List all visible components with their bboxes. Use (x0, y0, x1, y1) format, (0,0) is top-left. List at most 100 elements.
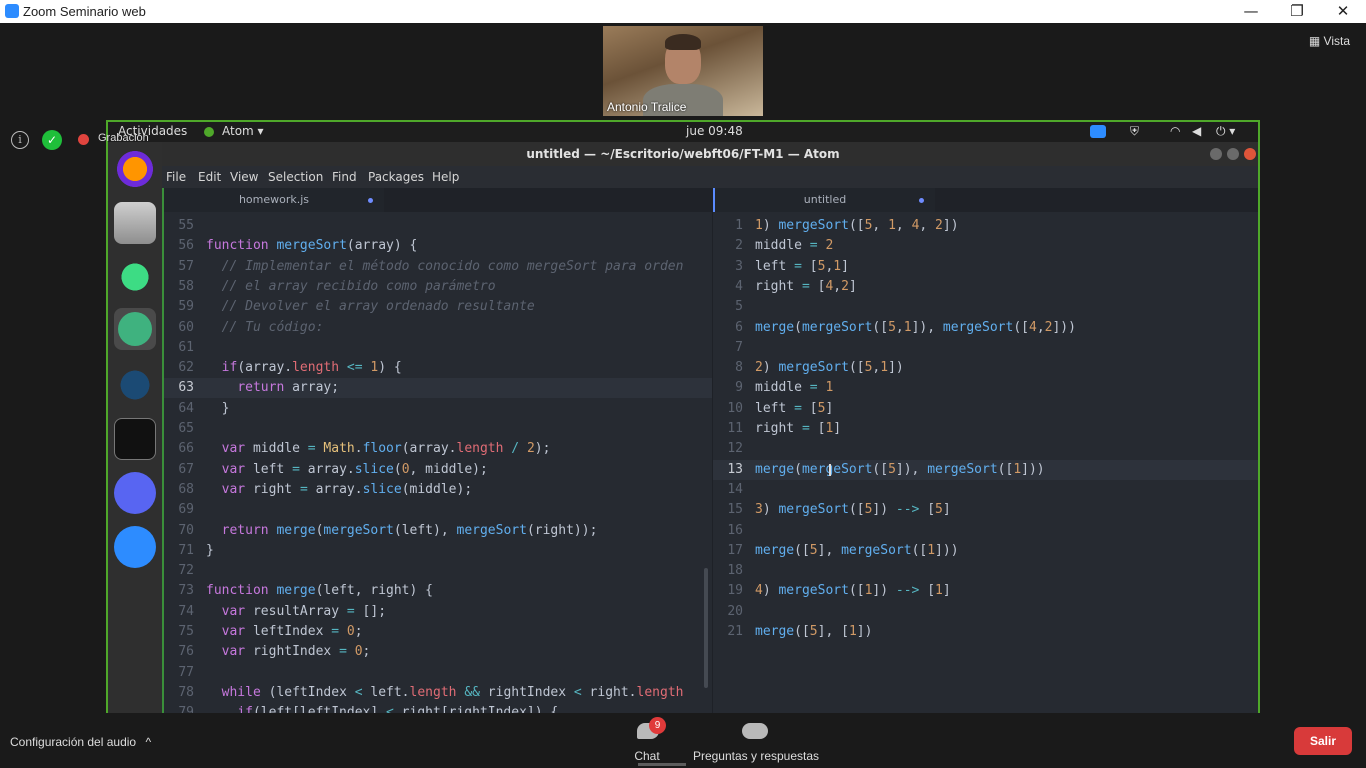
code-line[interactable]: 62 if(array.length <= 1) { (164, 358, 712, 378)
code-line[interactable]: 59 // Devolver el array ordenado resulta… (164, 297, 712, 317)
view-button[interactable]: ▦ Vista (1309, 34, 1350, 48)
code-line[interactable]: 60 // Tu código: (164, 318, 712, 338)
code-line[interactable]: 16 (713, 521, 1258, 541)
code-line[interactable]: 17 merge([5], mergeSort([1])) (713, 541, 1258, 561)
code-line[interactable]: 76 var rightIndex = 0; (164, 642, 712, 662)
menu-packages[interactable]: Packages (368, 170, 424, 184)
volume-icon[interactable]: ◀ (1192, 124, 1201, 138)
editor-pane-left[interactable]: homework.js 55 56 function mergeSort(array… (162, 188, 712, 713)
editor-pane-right[interactable]: untitled 1 1) mergeSort([5, 1, 4, 2]) 2 mid… (712, 188, 1258, 713)
maximize-button[interactable]: ❐ (1274, 0, 1320, 23)
code-line[interactable]: 4 right = [4,2] (713, 277, 1258, 297)
chat-button[interactable]: 9 Chat (628, 717, 666, 763)
discord-icon[interactable] (114, 472, 156, 514)
code-text: merge(mergeSort([5,1]), mergeSort([4,2])… (755, 319, 1076, 335)
code-line[interactable]: 73 function merge(left, right) { (164, 581, 712, 601)
code-line[interactable]: 21 merge([5], [1]) (713, 622, 1258, 642)
code-line[interactable]: 3 left = [5,1] (713, 257, 1258, 277)
code-text: // el array recibido como parámetro (206, 278, 496, 294)
code-line[interactable]: 7 (713, 338, 1258, 358)
code-line[interactable]: 20 (713, 602, 1258, 622)
menu-edit[interactable]: Edit (198, 170, 221, 184)
menu-find[interactable]: Find (332, 170, 357, 184)
code-line[interactable]: 61 (164, 338, 712, 358)
code-line[interactable]: 18 (713, 561, 1258, 581)
code-line[interactable]: 13 merge(mergeSort([5]), mergeSort([1])) (713, 459, 1258, 480)
files-icon[interactable] (114, 202, 156, 244)
line-number: 18 (727, 563, 743, 579)
shield-tray-icon[interactable]: ⛨ (1130, 124, 1139, 139)
code-line[interactable]: 70 return merge(mergeSort(left), mergeSo… (164, 521, 712, 541)
code-line[interactable]: 69 (164, 500, 712, 520)
code-text: return merge(mergeSort(left), mergeSort(… (221, 522, 598, 538)
line-number: 66 (178, 441, 194, 457)
menu-file[interactable]: File (166, 170, 186, 184)
line-number: 7 (735, 339, 743, 355)
power-icon[interactable]: ⏻ ▾ (1216, 124, 1235, 139)
code-line[interactable]: 78 while (leftIndex < left.length && rig… (164, 683, 712, 703)
scrollbar-left[interactable] (704, 568, 708, 688)
menu-help[interactable]: Help (432, 170, 459, 184)
steam-icon[interactable] (114, 364, 156, 406)
info-icon[interactable]: i (11, 131, 29, 149)
code-line[interactable]: 56 function mergeSort(array) { (164, 236, 712, 256)
minimize-button[interactable]: — (1228, 0, 1274, 23)
code-line[interactable]: 15 3) mergeSort([5]) --> [5] (713, 500, 1258, 520)
code-line[interactable]: 55 (164, 216, 712, 236)
shared-screen[interactable]: Actividades Atom ▾ jue 09:48 ⛨ ◠ ◀ ⏻ ▾ u… (106, 120, 1260, 715)
zoom-tray-icon[interactable] (1090, 125, 1106, 138)
code-line[interactable]: 65 (164, 419, 712, 439)
code-line[interactable]: 63 return array; (164, 378, 712, 399)
code-line[interactable]: 72 (164, 561, 712, 581)
participant-video[interactable]: Antonio Tralice (603, 26, 763, 116)
code-line[interactable]: 67 var left = array.slice(0, middle); (164, 460, 712, 480)
firefox-icon[interactable] (114, 148, 156, 190)
zoom-dock-icon[interactable] (114, 526, 156, 568)
atom-minimize-icon[interactable] (1210, 148, 1222, 160)
audio-settings-button[interactable]: Configuración del audio ^ (10, 735, 151, 749)
menu-view[interactable]: View (230, 170, 258, 184)
tab-bar-left: homework.js (164, 188, 712, 212)
code-line[interactable]: 14 (713, 480, 1258, 500)
exit-button[interactable]: Salir (1294, 727, 1352, 755)
code-line[interactable]: 8 2) mergeSort([5,1]) (713, 358, 1258, 378)
code-line[interactable]: 12 (713, 439, 1258, 459)
clock[interactable]: jue 09:48 (686, 124, 743, 138)
code-line[interactable]: 58 // el array recibido como parámetro (164, 277, 712, 297)
code-line[interactable]: 75 var leftIndex = 0; (164, 622, 712, 642)
code-line[interactable]: 9 middle = 1 (713, 378, 1258, 398)
menu-selection[interactable]: Selection (268, 170, 323, 184)
code-line[interactable]: 11 right = [1] (713, 419, 1258, 439)
code-line[interactable]: 10 left = [5] (713, 399, 1258, 419)
code-line[interactable]: 1 1) mergeSort([5, 1, 4, 2]) (713, 216, 1258, 236)
atom-dock-icon[interactable] (114, 308, 156, 350)
line-number: 15 (727, 502, 743, 518)
code-line[interactable]: 66 var middle = Math.floor(array.length … (164, 439, 712, 459)
atom-menu-bar: File Edit View Selection Find Packages H… (162, 166, 1258, 188)
android-studio-icon[interactable] (114, 256, 156, 298)
code-line[interactable]: 2 middle = 2 (713, 236, 1258, 256)
code-line[interactable]: 68 var right = array.slice(middle); (164, 480, 712, 500)
code-line[interactable]: 77 (164, 663, 712, 683)
atom-close-icon[interactable] (1244, 148, 1256, 160)
security-shield-icon[interactable]: ✓ (42, 130, 62, 150)
code-line[interactable]: 64 } (164, 399, 712, 419)
tab-untitled[interactable]: untitled (713, 188, 935, 212)
qa-button[interactable]: Preguntas y respuestas (690, 719, 822, 763)
zoom-toolbar: Configuración del audio ^ 9 Chat Pregunt… (0, 713, 1366, 768)
wifi-icon[interactable]: ◠ (1170, 124, 1180, 138)
line-number: 5 (735, 299, 743, 315)
code-line[interactable]: 71} (164, 541, 712, 561)
code-line[interactable]: 19 4) mergeSort([1]) --> [1] (713, 581, 1258, 601)
code-text: 1) mergeSort([5, 1, 4, 2]) (755, 218, 959, 233)
app-menu[interactable]: Atom ▾ (222, 124, 264, 138)
chat-active-indicator (638, 763, 686, 766)
terminal-icon[interactable] (114, 418, 156, 460)
code-line[interactable]: 57 // Implementar el método conocido com… (164, 257, 712, 277)
close-button[interactable]: ✕ (1320, 0, 1366, 23)
code-line[interactable]: 6 merge(mergeSort([5,1]), mergeSort([4,2]… (713, 318, 1258, 338)
atom-maximize-icon[interactable] (1227, 148, 1239, 160)
tab-homework-js[interactable]: homework.js (164, 188, 384, 212)
code-line[interactable]: 74 var resultArray = []; (164, 602, 712, 622)
code-line[interactable]: 5 (713, 297, 1258, 317)
